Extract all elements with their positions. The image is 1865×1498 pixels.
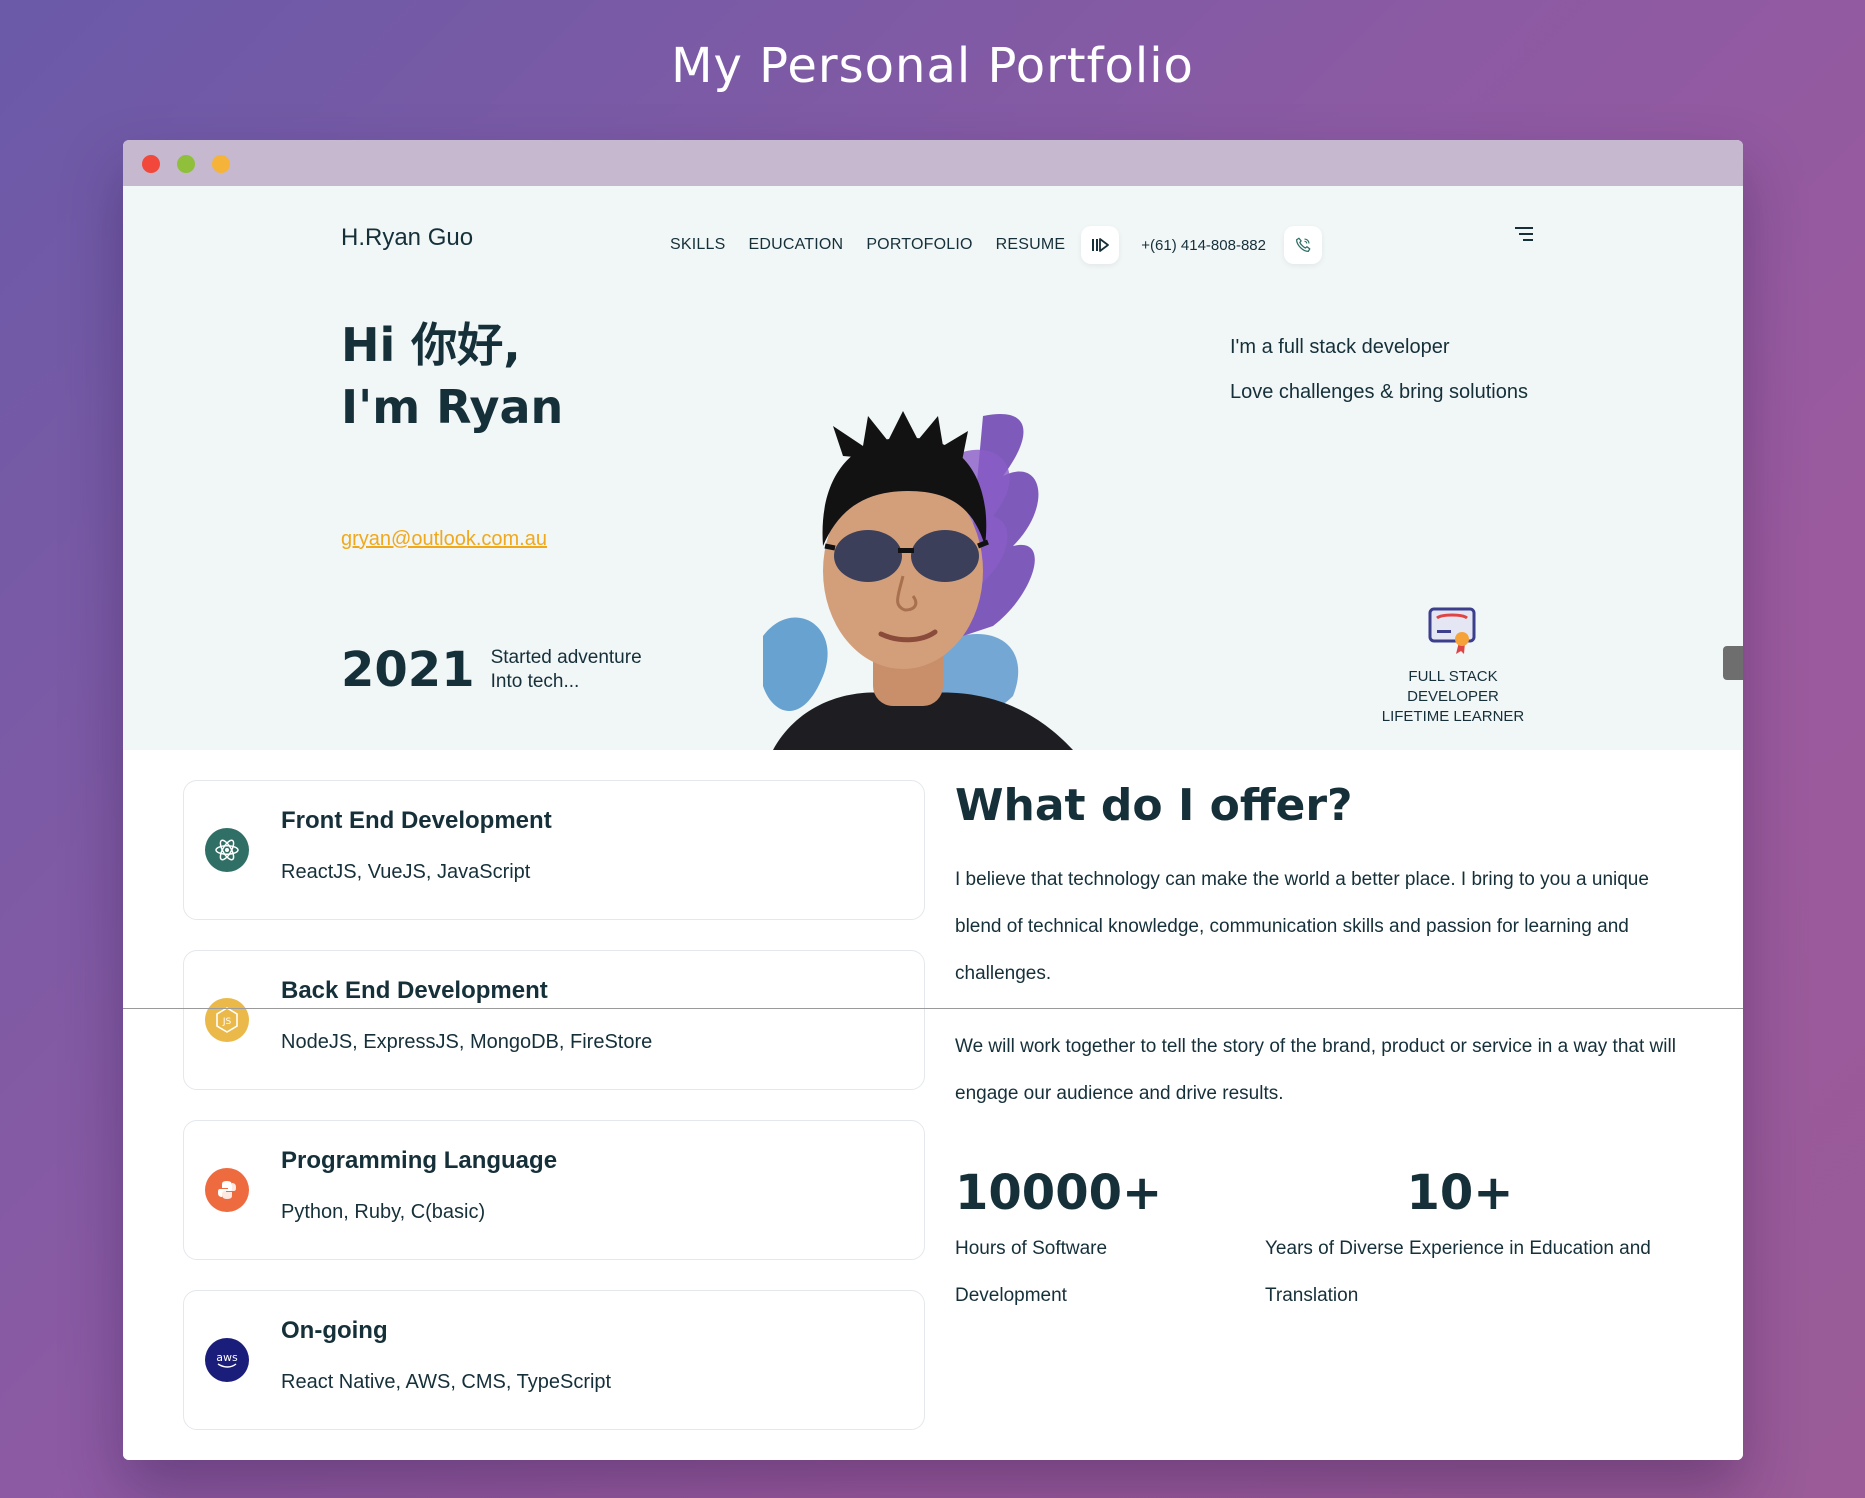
skill-text: Python, Ruby, C(basic) bbox=[281, 1201, 486, 1223]
stat-number: 10+ bbox=[1406, 1165, 1514, 1221]
stat-years: 10+ Years of Diverse Experience in Educa… bbox=[1265, 1165, 1685, 1319]
page-heading: My Personal Portfolio bbox=[671, 38, 1194, 94]
main-nav: SKILLS EDUCATION PORTOFOLIO RESUME +(61)… bbox=[670, 226, 1322, 264]
svg-text:JS: JS bbox=[222, 1017, 232, 1027]
minimize-window-button[interactable] bbox=[212, 155, 230, 173]
browser-window: H.Ryan Guo SKILLS EDUCATION PORTOFOLIO R… bbox=[123, 140, 1743, 1460]
stat-hours: 10000+ Hours of Software Development bbox=[955, 1165, 1195, 1319]
skill-title: Programming Language bbox=[281, 1147, 558, 1174]
stat-label: Years of Diverse Experience in Education… bbox=[1265, 1238, 1651, 1306]
window-titlebar bbox=[123, 140, 1743, 186]
offer-block: What do I offer? I believe that technolo… bbox=[955, 780, 1695, 1117]
skill-card-frontend: Front End Development ReactJS, VueJS, Ja… bbox=[183, 780, 925, 920]
skill-card-backend: JS Back End Development NodeJS, ExpressJ… bbox=[183, 950, 925, 1090]
year-caption-line-2: Into tech... bbox=[490, 671, 580, 692]
hero-greeting: Hi 你好, I'm Ryan bbox=[341, 314, 563, 438]
hero-section: H.Ryan Guo SKILLS EDUCATION PORTOFOLIO R… bbox=[123, 186, 1743, 750]
offer-paragraph-2: We will work together to tell the story … bbox=[955, 1036, 1676, 1104]
year-caption: Started adventure Into tech... bbox=[491, 646, 642, 694]
badge-line-1: FULL STACK DEVELOPER bbox=[1407, 668, 1499, 705]
close-window-button[interactable] bbox=[142, 155, 160, 173]
certificate-icon bbox=[1428, 607, 1476, 654]
skill-card-language: Programming Language Python, Ruby, C(bas… bbox=[183, 1120, 925, 1260]
offer-section: Front End Development ReactJS, VueJS, Ja… bbox=[123, 750, 1743, 1460]
nodejs-icon: JS bbox=[205, 998, 249, 1042]
profile-photo bbox=[763, 411, 1073, 750]
skill-text: ReactJS, VueJS, JavaScript bbox=[281, 861, 531, 883]
react-icon bbox=[205, 828, 249, 872]
offer-title: What do I offer? bbox=[955, 780, 1353, 831]
skill-card-ongoing: aws On-going React Native, AWS, CMS, Typ… bbox=[183, 1290, 925, 1430]
greeting-line-1: Hi 你好, bbox=[341, 318, 521, 372]
tagline-1: I'm a full stack developer bbox=[1230, 336, 1450, 358]
nav-link-resume[interactable]: RESUME bbox=[996, 236, 1066, 254]
badge-line-2: LIFETIME LEARNER bbox=[1381, 708, 1525, 725]
skill-text: React Native, AWS, CMS, TypeScript bbox=[281, 1371, 612, 1393]
nav-link-education[interactable]: EDUCATION bbox=[748, 236, 843, 254]
nav-link-skills[interactable]: SKILLS bbox=[670, 236, 725, 254]
stat-label: Hours of Software Development bbox=[955, 1238, 1108, 1306]
badge-caption: FULL STACK DEVELOPER LIFETIME LEARNER bbox=[1363, 667, 1543, 727]
email-link[interactable]: gryan@outlook.com.au bbox=[341, 528, 547, 551]
brand-logo[interactable]: H.Ryan Guo bbox=[341, 224, 473, 252]
year-caption-line-1: Started adventure bbox=[490, 647, 642, 668]
maximize-window-button[interactable] bbox=[177, 155, 195, 173]
taglines: I'm a full stack developer Love challeng… bbox=[1230, 336, 1528, 426]
call-button[interactable] bbox=[1283, 226, 1322, 264]
aws-icon: aws bbox=[205, 1338, 249, 1382]
svg-text:aws: aws bbox=[216, 1351, 238, 1364]
skill-title: Back End Development bbox=[281, 977, 548, 1004]
greeting-line-2: I'm Ryan bbox=[341, 380, 564, 434]
year-block: 2021 Started adventure Into tech... bbox=[341, 642, 642, 698]
phone-icon bbox=[1295, 237, 1311, 253]
tagline-2: Love challenges & bring solutions bbox=[1230, 381, 1528, 403]
stat-number: 10000+ bbox=[955, 1165, 1163, 1221]
python-icon bbox=[205, 1168, 249, 1212]
play-icon bbox=[1092, 238, 1110, 252]
certificate-badge: FULL STACK DEVELOPER LIFETIME LEARNER bbox=[1363, 606, 1543, 727]
skill-title: On-going bbox=[281, 1317, 388, 1344]
hamburger-menu-icon[interactable] bbox=[1513, 224, 1535, 244]
phone-number[interactable]: +(61) 414-808-882 bbox=[1141, 237, 1266, 254]
offer-paragraph-1: I believe that technology can make the w… bbox=[955, 869, 1649, 984]
divider-line bbox=[123, 1008, 1743, 1009]
nav-link-portfolio[interactable]: PORTOFOLIO bbox=[866, 236, 972, 254]
skill-text: NodeJS, ExpressJS, MongoDB, FireStore bbox=[281, 1031, 653, 1053]
skill-title: Front End Development bbox=[281, 807, 552, 834]
play-button[interactable] bbox=[1081, 226, 1120, 264]
download-tab[interactable] bbox=[1723, 646, 1743, 680]
start-year: 2021 bbox=[341, 642, 475, 698]
